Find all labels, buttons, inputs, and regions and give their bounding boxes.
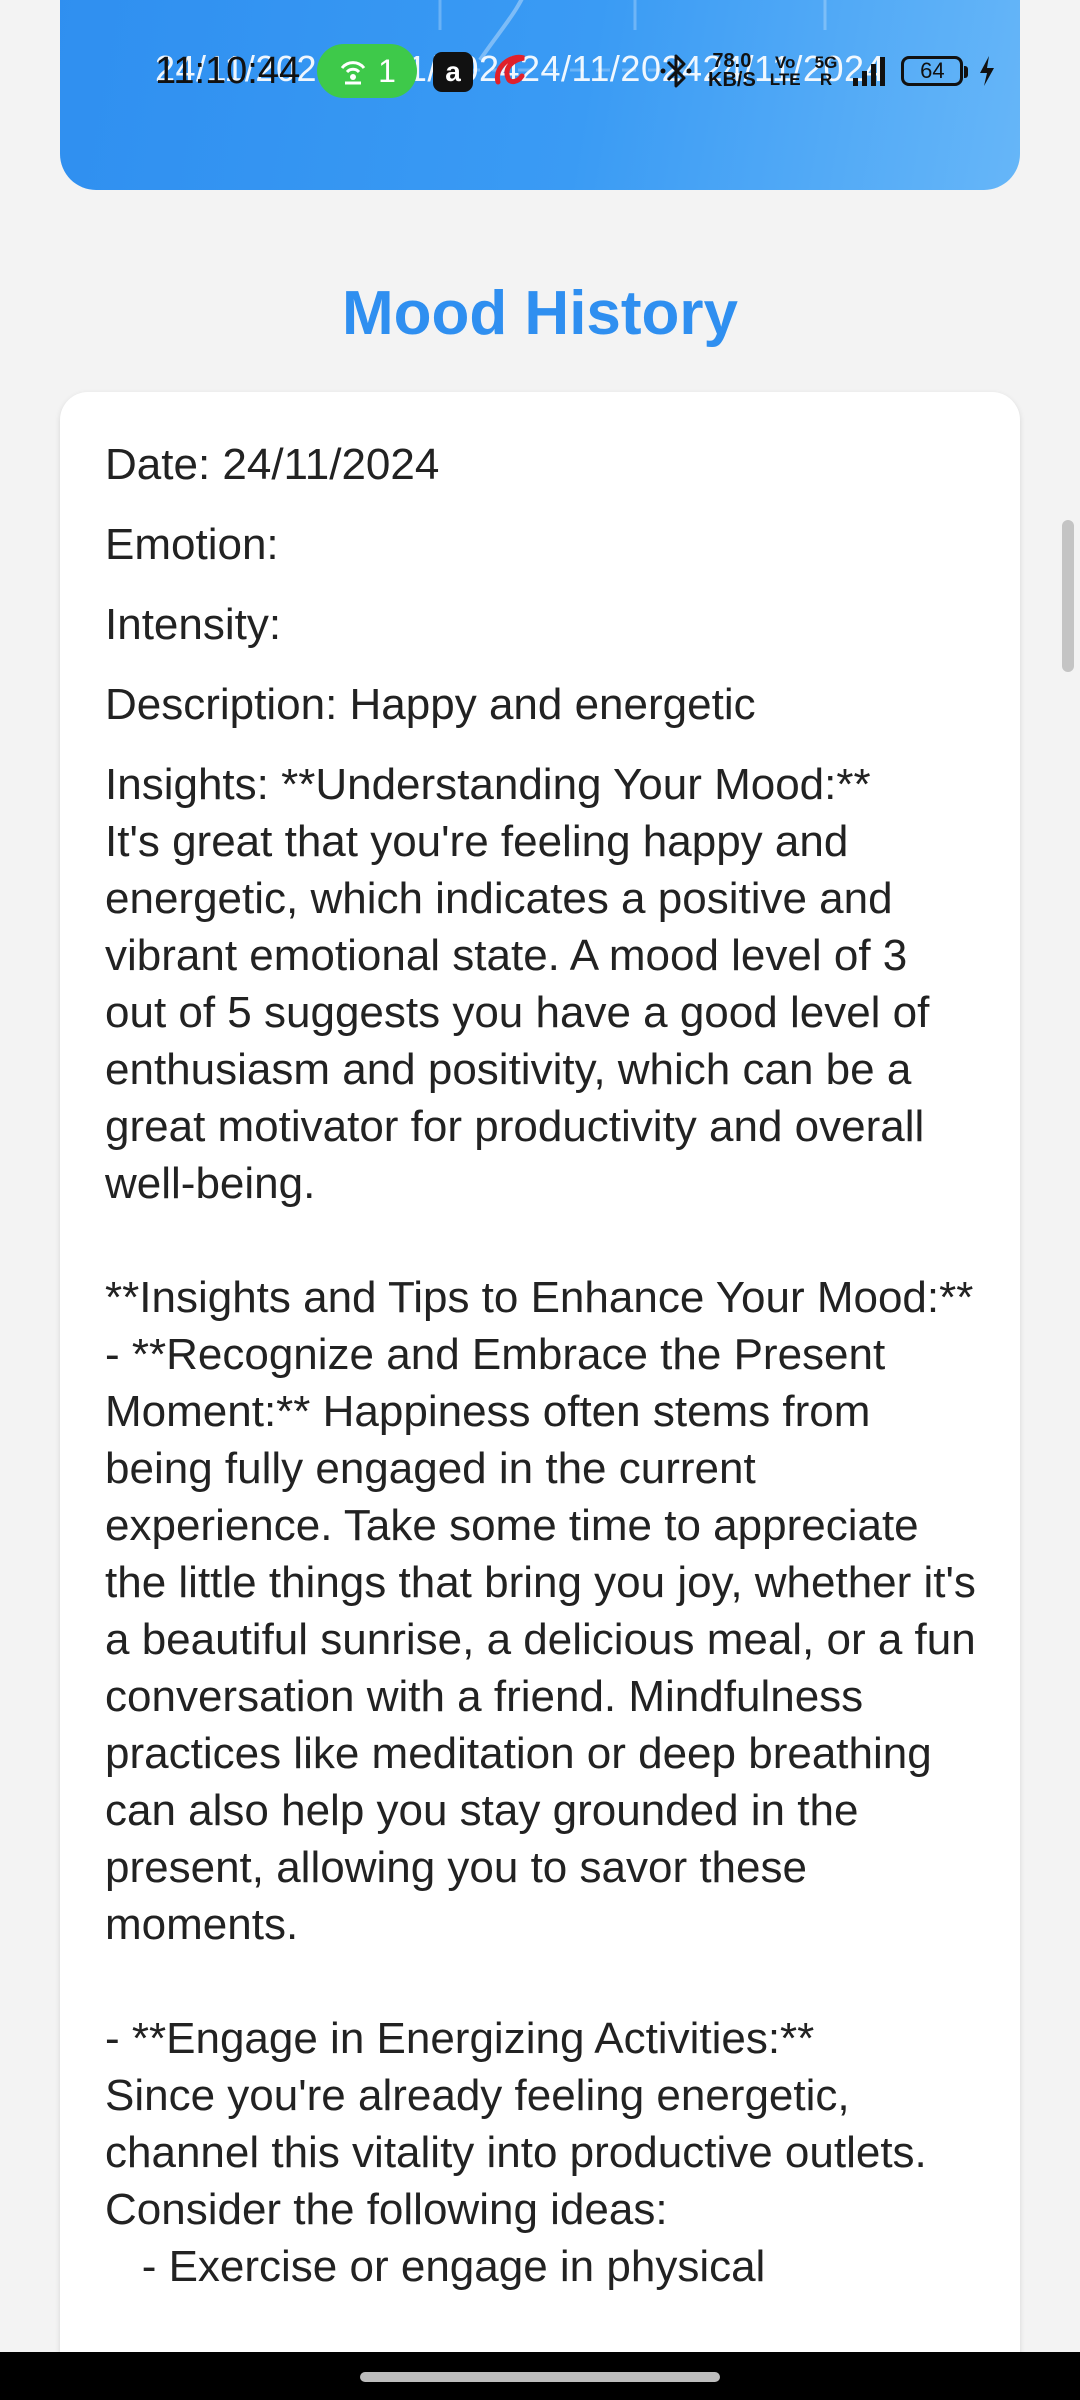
volte-bottom: LTE: [769, 70, 801, 89]
app-a-icon: a: [433, 52, 473, 92]
network-type: 5G R: [815, 54, 838, 88]
network-type-label: 5G: [814, 53, 838, 72]
mood-entry-content: Date: 24/11/2024 Emotion: Intensity: Des…: [60, 392, 1020, 2295]
scrollbar-thumb[interactable]: [1062, 520, 1074, 672]
mood-entry-card[interactable]: Date: 24/11/2024 Emotion: Intensity: Des…: [60, 392, 1020, 2400]
network-type-sub: R: [819, 70, 833, 89]
page-title: Mood History: [341, 279, 739, 348]
network-speed: 78.0 KB/S: [708, 51, 756, 91]
hotspot-count: 1: [378, 52, 396, 89]
bluetooth-icon: [660, 54, 692, 88]
hotspot-icon: [340, 61, 366, 85]
home-gesture-handle[interactable]: [360, 2372, 720, 2382]
app-a-letter: a: [445, 56, 461, 87]
entry-insights: Insights: **Understanding Your Mood:** I…: [105, 760, 976, 2291]
entry-description: Description: Happy and energetic: [105, 680, 756, 729]
mood-history-screen: 24/11/202424/11/202424/11/202424/11/2024…: [0, 0, 1080, 2400]
battery-icon: 64: [901, 56, 969, 86]
hotspot-indicator: 1: [317, 44, 417, 98]
entry-emotion: Emotion:: [105, 520, 279, 569]
charging-icon: [980, 56, 995, 86]
entry-intensity: Intensity:: [105, 600, 282, 649]
status-icons-right: 78.0 KB/S Vo LTE 5G R 64: [660, 48, 997, 94]
volte-top: Vo: [774, 53, 796, 72]
navigation-bar: [0, 2352, 1080, 2400]
status-time: 11:10:44: [155, 50, 301, 92]
volte-indicator: Vo LTE: [770, 54, 801, 88]
status-bar: 11:10:44 1 a 78.0 KB/S Vo LTE 5G R 64: [0, 0, 1080, 140]
app-notification-icon: [494, 54, 525, 85]
network-speed-unit: KB/S: [708, 69, 756, 91]
battery-level: 64: [920, 58, 945, 83]
signal-icon: [853, 57, 886, 86]
entry-date: Date: 24/11/2024: [105, 440, 440, 489]
